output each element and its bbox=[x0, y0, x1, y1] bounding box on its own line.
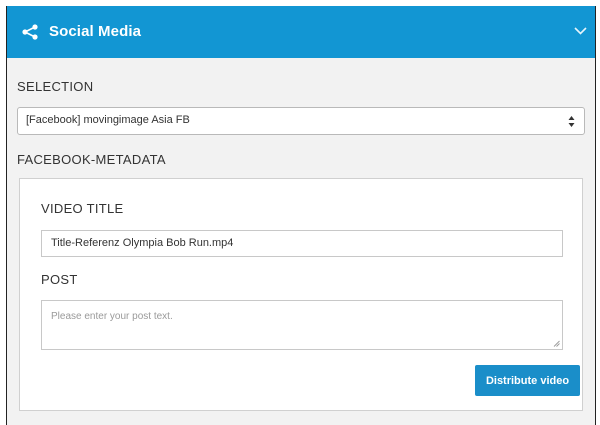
facebook-metadata-label: FACEBOOK-METADATA bbox=[17, 152, 166, 167]
panel-title: Social Media bbox=[49, 23, 142, 40]
selection-label: SELECTION bbox=[17, 79, 94, 94]
chevron-down-icon[interactable] bbox=[574, 26, 587, 36]
distribute-video-button[interactable]: Distribute video bbox=[475, 365, 580, 396]
share-icon bbox=[22, 24, 38, 40]
video-title-label: VIDEO TITLE bbox=[41, 201, 124, 216]
resize-handle-icon[interactable] bbox=[553, 340, 560, 347]
social-media-panel: Social Media SELECTION [Facebook] moving… bbox=[6, 6, 596, 425]
post-label: POST bbox=[41, 272, 78, 287]
post-textarea[interactable]: Please enter your post text. bbox=[41, 300, 563, 350]
video-title-value: Title-Referenz Olympia Bob Run.mp4 bbox=[51, 237, 234, 249]
post-placeholder: Please enter your post text. bbox=[51, 311, 173, 322]
facebook-metadata-box: VIDEO TITLE Title-Referenz Olympia Bob R… bbox=[19, 178, 583, 411]
video-title-input[interactable]: Title-Referenz Olympia Bob Run.mp4 bbox=[41, 230, 563, 257]
account-select[interactable]: [Facebook] movingimage Asia FB bbox=[17, 107, 585, 135]
account-select-value: [Facebook] movingimage Asia FB bbox=[26, 114, 190, 126]
select-arrows-icon bbox=[568, 116, 575, 127]
panel-header[interactable]: Social Media bbox=[7, 6, 595, 58]
